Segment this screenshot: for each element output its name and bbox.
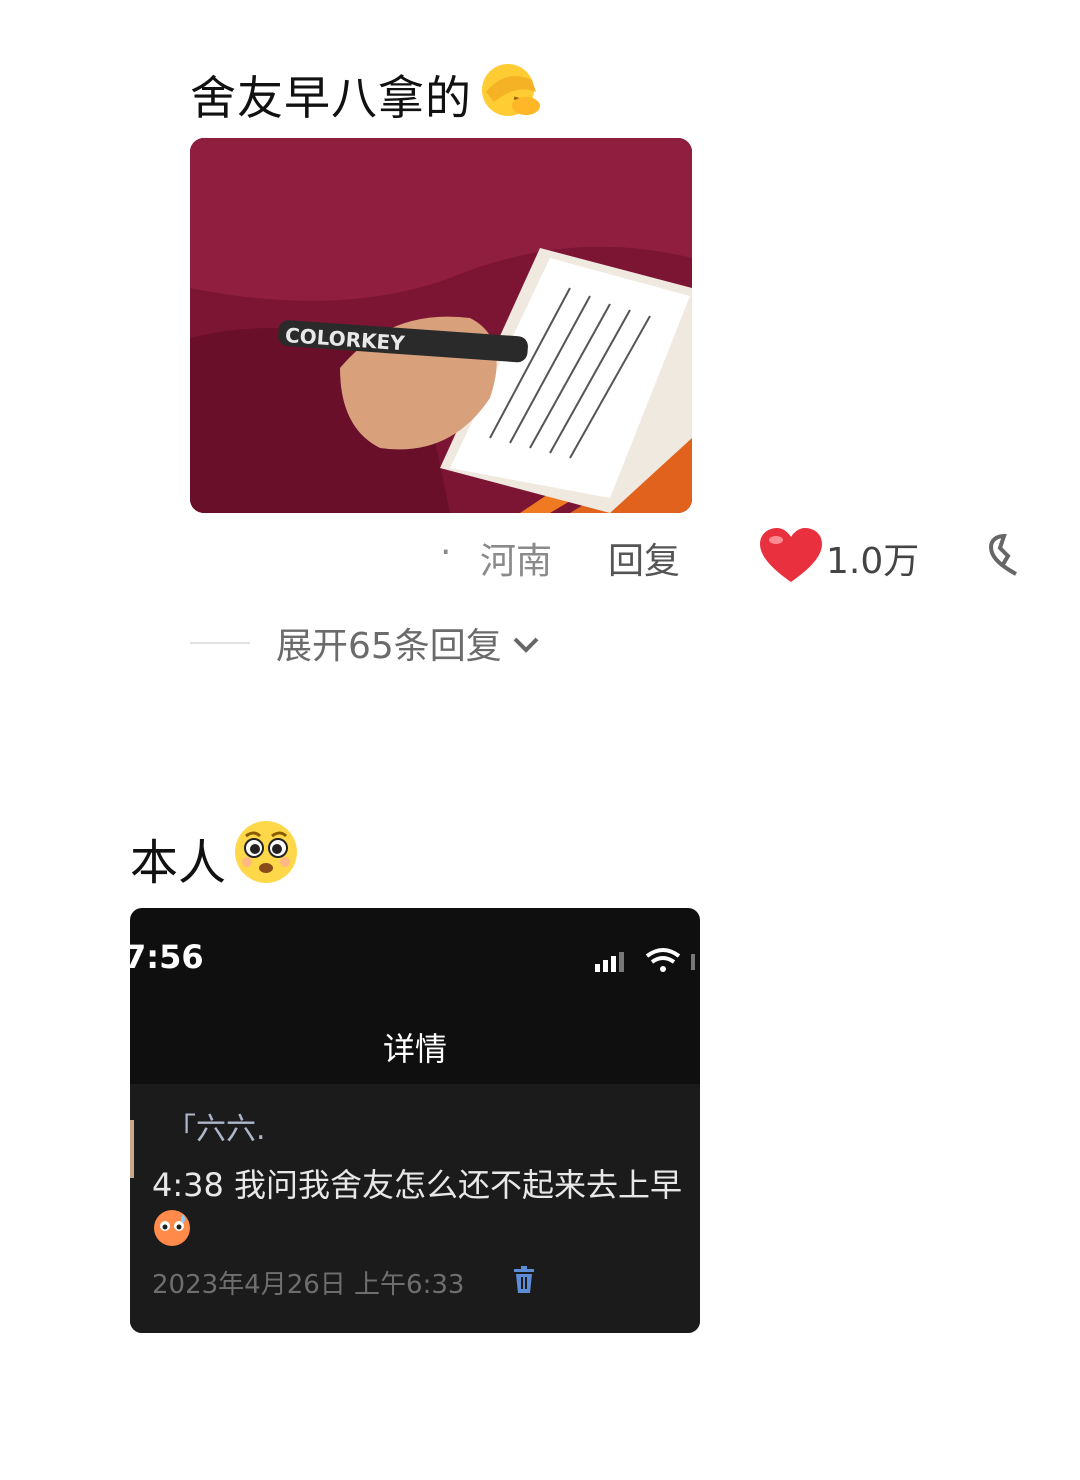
expand-replies[interactable]: 展开65条回复 (190, 618, 540, 668)
pleading-face-icon (232, 818, 300, 898)
self-post-label: 本人 (130, 835, 227, 891)
comment-meta-row: · 河南 回复 1.0万 (440, 528, 1040, 584)
trash-icon[interactable] (512, 1266, 536, 1298)
expand-replies-label: 展开65条回复 (276, 626, 502, 667)
phone-screenshot: 7:56 详情 「六六. 4:38 我问我舍友怎么还不起来去上早 2023年4月… (130, 908, 700, 1333)
avatar (130, 1120, 134, 1178)
sender-name: 「六六. (166, 1112, 266, 1147)
message-text: 4:38 我问我舍友怎么还不起来去上早 (152, 1166, 683, 1204)
like-count: 1.0万 (826, 541, 920, 582)
signal-wifi-icon (595, 946, 695, 980)
meta-dot: · (440, 532, 452, 573)
divider-line (190, 642, 250, 644)
message-date: 2023年4月26日 上午6:33 (152, 1270, 465, 1300)
status-time: 7:56 (130, 938, 204, 976)
facepalm-emoji-icon (476, 58, 546, 131)
message-card: 「六六. 4:38 我问我舍友怎么还不起来去上早 2023年4月26日 上午6:… (130, 1084, 700, 1333)
comment-text: 舍友早八拿的 (190, 58, 546, 131)
reply-button[interactable]: 回复 (608, 532, 680, 584)
chevron-down-icon (512, 623, 540, 664)
page-title: 详情 (382, 1030, 447, 1068)
comment-label: 舍友早八拿的 (190, 70, 472, 125)
comment-photo[interactable]: COLORKEY (190, 138, 692, 513)
sweat-face-icon (152, 1208, 192, 1252)
like-heart-icon[interactable] (758, 526, 824, 593)
self-post-text: 本人 (130, 818, 300, 898)
comment-location: 河南 (480, 541, 553, 582)
dislike-icon[interactable] (988, 533, 1018, 587)
